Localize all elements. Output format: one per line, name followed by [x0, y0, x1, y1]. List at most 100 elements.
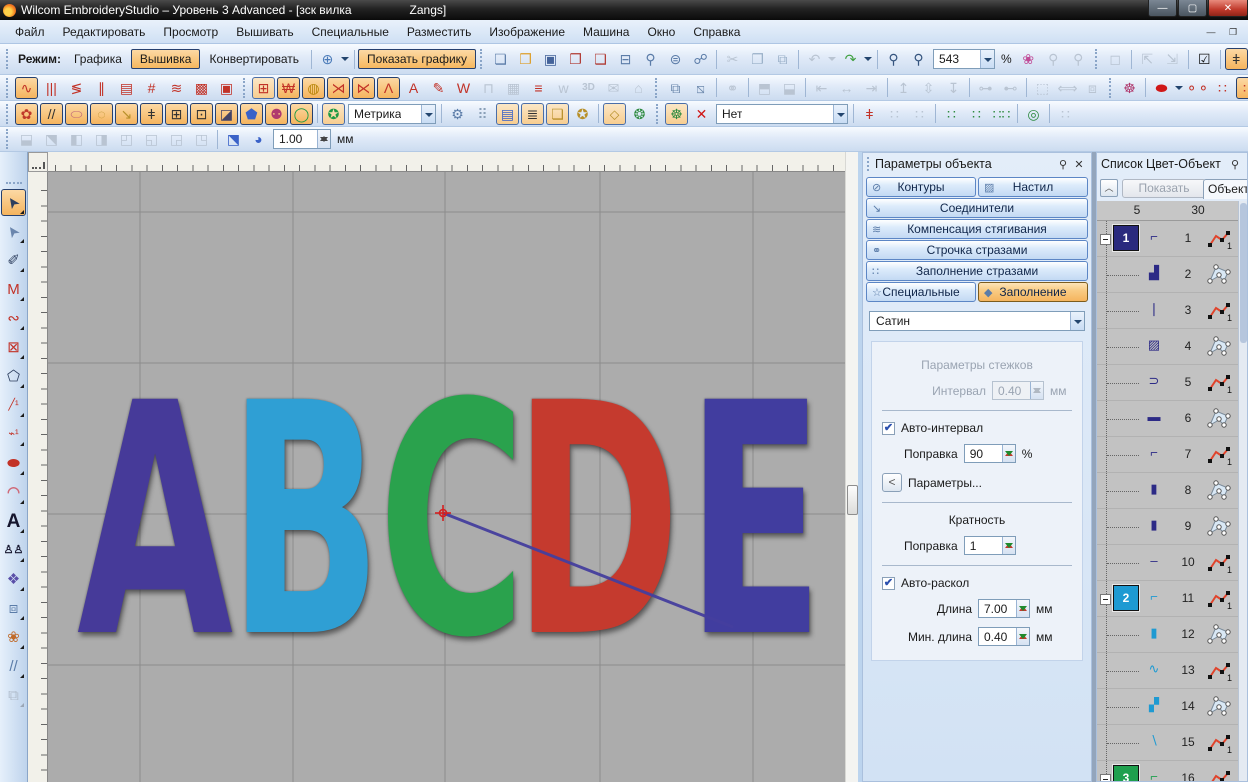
open-folder-icon[interactable]: ❒ [513, 48, 538, 70]
sequin-shape-icon[interactable]: ⬬ [1149, 77, 1174, 99]
break-apart-icon[interactable]: ◳ [189, 128, 214, 150]
zoom-icon[interactable]: ⚲ [881, 48, 906, 70]
sequin-run-green-icon[interactable]: ∷ [939, 103, 964, 125]
graticule-tool-icon[interactable]: ⊡ [189, 103, 214, 125]
tab-special[interactable]: ☆Специальные [866, 282, 976, 302]
star-fill-icon[interactable]: ⋊ [326, 77, 351, 99]
polygon-select-tool[interactable]: ⬠ [1, 363, 26, 390]
satin-stitch-icon[interactable]: ∿ [14, 77, 39, 99]
menu-file[interactable]: Файл [6, 22, 54, 42]
sequin-fill-green-icon[interactable]: ∷ [964, 103, 989, 125]
program-split-icon[interactable]: ▤ [114, 77, 139, 99]
hoop-ring-tool-icon[interactable]: ◯ [289, 103, 314, 125]
align-bottom-icon[interactable]: ↧ [941, 77, 966, 99]
color-object-row[interactable]: ❘ 3 1 [1097, 293, 1240, 329]
same-size-icon[interactable]: ⧈ [1080, 77, 1105, 99]
align-center-icon[interactable]: ↔ [834, 77, 859, 99]
group-expander[interactable] [1100, 594, 1111, 605]
design-properties-icon[interactable]: ❏ [545, 103, 570, 125]
offset-spinner[interactable]: 1.00 [271, 129, 333, 149]
tab-connectors[interactable]: ↘Соединители [866, 198, 1088, 218]
convert-mode-button[interactable]: Конвертировать [200, 49, 308, 69]
combine-icon[interactable]: ◲ [164, 128, 189, 150]
motif-fill-icon[interactable]: ▣ [214, 77, 239, 99]
grid-tool-icon[interactable]: ⊞ [164, 103, 189, 125]
menu-help[interactable]: Справка [684, 22, 749, 42]
embroidery-mode-button[interactable]: Вышивка [131, 49, 201, 69]
run-stitch-icon[interactable]: ⊓ [476, 77, 501, 99]
contour-stitch-icon[interactable]: ≋ [164, 77, 189, 99]
color-object-row[interactable]: 1 ⌐ 1 1 [1097, 221, 1240, 257]
redo-icon[interactable]: ↷ [838, 48, 863, 70]
mdi-restore-button[interactable]: ❐ [1224, 25, 1242, 39]
borders-tool[interactable]: ⧈ [1, 595, 26, 622]
color-dots-tool-icon[interactable]: ⚉ [264, 103, 289, 125]
hoop-icon[interactable]: ☍ [688, 48, 713, 70]
trim-shape-icon[interactable]: ⬔ [39, 128, 64, 150]
sequin-palette-icon[interactable]: ☸ [664, 103, 689, 125]
options-check-icon[interactable]: ☑ [1192, 48, 1217, 70]
stitch-lines-icon[interactable]: ≡ [526, 77, 551, 99]
reshape-node-tool[interactable]: ➤ [1, 218, 26, 245]
align-top-icon[interactable]: ↥ [891, 77, 916, 99]
fan-fill-icon[interactable]: ⋉ [351, 77, 376, 99]
redo-dropdown-arrow[interactable] [863, 48, 874, 70]
reshape-diamond-icon[interactable]: ⬦ [602, 103, 627, 125]
dashed-ellipse-tool-icon[interactable]: ◌ [89, 103, 114, 125]
monogram-tool[interactable]: ❖ [1, 566, 26, 593]
team-names-tool[interactable]: ♙♙ [1, 537, 26, 564]
intersect-icon[interactable]: ◧ [64, 128, 89, 150]
pattern-stamp-icon[interactable]: ▦ [501, 77, 526, 99]
vertical-ruler[interactable] [28, 172, 48, 782]
fill-type-combo[interactable]: Сатин [869, 311, 1085, 331]
color-object-row[interactable]: ∖ 15 1 [1097, 725, 1240, 761]
digitize-run-tool[interactable]: ╱¹ [1, 392, 26, 419]
auto-split-checkbox[interactable]: ✔ [882, 577, 895, 590]
column-a-icon[interactable]: ₩ [276, 77, 301, 99]
ruler-origin-button[interactable] [28, 152, 48, 172]
pin-icon[interactable]: ⚲ [1227, 158, 1243, 171]
zoom-to-fit-icon[interactable]: ⚲ [1041, 48, 1066, 70]
horizontal-ruler[interactable] [48, 152, 845, 172]
menu-window[interactable]: Окно [638, 22, 684, 42]
design-canvas[interactable]: ABCDE [48, 172, 845, 782]
menu-view[interactable]: Просмотр [154, 22, 227, 42]
weld-icon[interactable]: ⬓ [14, 128, 39, 150]
tatami-object-icon[interactable]: ◍ [301, 77, 326, 99]
close-panel-icon[interactable]: ✕ [1071, 158, 1087, 171]
sequin-select-combo[interactable]: Нет [714, 104, 850, 124]
twin-sequin-icon[interactable]: ∷∷ [989, 103, 1014, 125]
menu-machine[interactable]: Машина [574, 22, 638, 42]
overlay-shapes-tool-icon[interactable]: ⬟ [239, 103, 264, 125]
branching-icon[interactable]: ⧉ [663, 77, 688, 99]
machine-setup-icon[interactable]: ⚙ [445, 103, 470, 125]
color-object-row[interactable]: ⊃ 5 1 [1097, 365, 1240, 401]
mult-field[interactable]: 1 [964, 536, 1016, 555]
zoom-previous-icon[interactable]: ⚲ [1066, 48, 1091, 70]
tab-sequin-run[interactable]: ⚭Строчка стразами [866, 240, 1088, 260]
print-icon[interactable]: ⊟ [613, 48, 638, 70]
needle-points-icon[interactable]: ǂ [1224, 48, 1248, 70]
pin-icon[interactable]: ⚲ [1055, 158, 1071, 171]
menu-image[interactable]: Изображение [480, 22, 574, 42]
new-document-icon[interactable]: ❏ [488, 48, 513, 70]
travel-end-icon[interactable]: ⇲ [1160, 48, 1185, 70]
color-object-row[interactable]: ▨ 4 [1097, 329, 1240, 365]
color-object-row[interactable]: ⌐ 7 1 [1097, 437, 1240, 473]
motif-run-icon[interactable]: W [451, 77, 476, 99]
color-film-icon[interactable]: ▤ [495, 103, 520, 125]
sequin-drop-icon[interactable]: ǂ [857, 103, 882, 125]
sequin-fixing-icon[interactable]: ◎ [1021, 103, 1046, 125]
tab-fill[interactable]: ◆Заполнение [978, 282, 1088, 302]
zoom-1-1-icon[interactable]: ⚲ [906, 48, 931, 70]
freehand-scissors-tool[interactable]: M [1, 276, 26, 303]
hatch-tool-icon[interactable]: // [39, 103, 64, 125]
color-object-row[interactable]: ▞ 14 [1097, 689, 1240, 725]
sequin-release-icon[interactable]: ∷ [1053, 103, 1078, 125]
sequin-auto-icon[interactable]: ∷ [882, 103, 907, 125]
magic-effect-icon[interactable]: ✪ [321, 103, 346, 125]
show-button[interactable]: Показать [1122, 179, 1206, 198]
print-preview-icon[interactable]: ⚲ [638, 48, 663, 70]
e-stitch-icon[interactable]: ||| [39, 77, 64, 99]
group-icon[interactable]: ⚭ [720, 77, 745, 99]
